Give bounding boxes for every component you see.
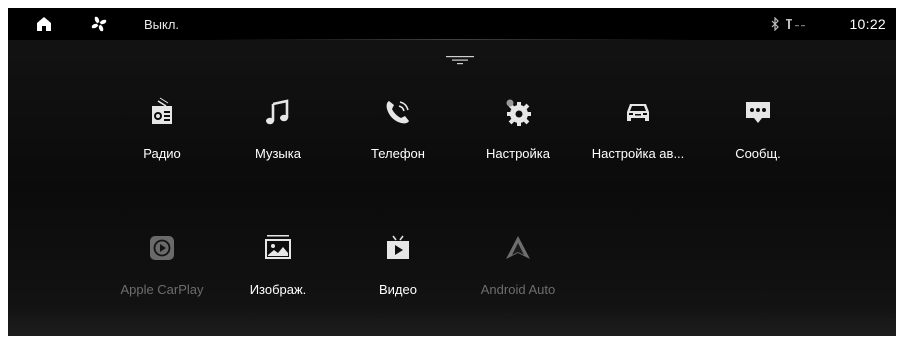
app-label: Музыка xyxy=(255,146,301,161)
app-label: Настройка ав... xyxy=(591,146,685,161)
app-android-auto[interactable]: Android Auto xyxy=(458,232,578,312)
video-icon xyxy=(382,232,414,264)
app-car-settings[interactable]: Настройка ав... xyxy=(578,96,698,176)
phone-icon xyxy=(382,96,414,128)
bottom-gradient xyxy=(8,306,896,336)
music-icon xyxy=(262,96,294,128)
climate-status[interactable]: Выкл. xyxy=(144,17,179,32)
carplay-icon xyxy=(146,232,178,264)
clock: 10:22 xyxy=(849,16,886,32)
app-images[interactable]: Изображ. xyxy=(218,232,338,312)
app-label: Видео xyxy=(379,282,417,297)
app-video[interactable]: Видео xyxy=(338,232,458,312)
app-settings[interactable]: Настройка xyxy=(458,96,578,176)
signal-icon xyxy=(786,17,810,31)
infotainment-screen: Выкл. 10:22 Радио Музыка Телефон Настрой… xyxy=(8,8,896,336)
messages-icon xyxy=(742,96,774,128)
fan-icon[interactable] xyxy=(90,15,108,33)
home-icon[interactable] xyxy=(35,15,53,33)
app-music[interactable]: Музыка xyxy=(218,96,338,176)
app-radio[interactable]: Радио xyxy=(102,96,222,176)
status-bar: Выкл. 10:22 xyxy=(8,8,896,40)
app-label: Настройка xyxy=(486,146,550,161)
app-phone[interactable]: Телефон xyxy=(338,96,458,176)
app-apple-carplay[interactable]: Apple CarPlay xyxy=(102,232,222,312)
car-settings-icon xyxy=(622,96,654,128)
settings-icon xyxy=(502,96,534,128)
android-auto-icon xyxy=(502,232,534,264)
app-label: Сообщ. xyxy=(735,146,781,161)
status-bar-divider xyxy=(208,39,696,40)
app-messages[interactable]: Сообщ. xyxy=(698,96,818,176)
app-label: Android Auto xyxy=(480,282,556,297)
bluetooth-icon xyxy=(770,16,780,32)
app-label: Телефон xyxy=(371,146,425,161)
radio-icon xyxy=(146,96,178,128)
images-icon xyxy=(262,232,294,264)
app-label: Изображ. xyxy=(249,282,307,297)
app-label: Apple CarPlay xyxy=(120,282,204,297)
collapse-handle-icon[interactable] xyxy=(446,52,474,65)
app-label: Радио xyxy=(143,146,181,161)
